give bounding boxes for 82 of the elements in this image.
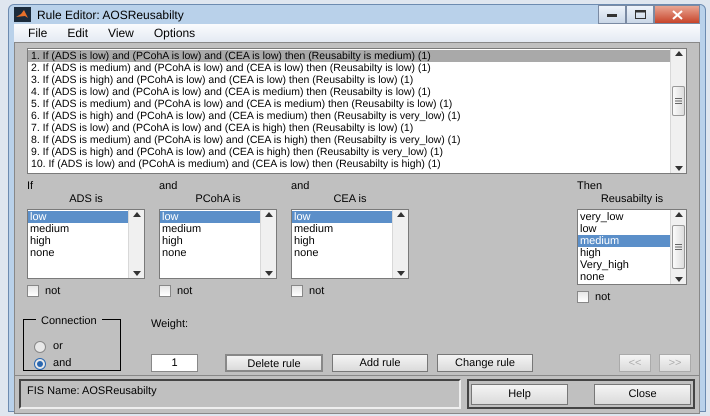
prefix-label: and: [159, 180, 178, 193]
maximize-button[interactable]: [626, 5, 654, 24]
prefix-label: If: [27, 180, 34, 193]
grip-icon: [675, 98, 682, 104]
option-list[interactable]: very_low low medium high Very_high none: [577, 209, 687, 285]
radio-label: or: [53, 339, 63, 354]
menu-item[interactable]: Options: [146, 24, 204, 42]
list-option[interactable]: none: [578, 271, 670, 283]
prefix-label: and: [291, 180, 310, 193]
checkbox-label: not: [595, 290, 610, 305]
list-option[interactable]: medium: [28, 223, 128, 235]
scroll-down-icon[interactable]: [674, 166, 682, 171]
window-title: Rule Editor: AOSReusabilty: [37, 6, 184, 24]
app-logo-icon: [14, 7, 31, 22]
menu-item[interactable]: File: [20, 24, 56, 42]
rule-item[interactable]: 3. If (ADS is high) and (PCohA is low) and (CEA is low) then (Reusabilty is low) (1): [28, 74, 670, 86]
list-option[interactable]: medium: [292, 223, 392, 235]
scroll-down-icon[interactable]: [264, 271, 272, 276]
close-button[interactable]: [654, 5, 700, 24]
list-option[interactable]: low: [578, 223, 670, 235]
dialog-button[interactable]: Close: [594, 384, 691, 404]
weight-label: Weight:: [151, 316, 190, 332]
prefix-label: Then: [577, 180, 604, 193]
rule-item[interactable]: 8. If (ADS is medium) and (PCohA is low) and (CEA is high) then (Reusabilty is very_low) (1): [28, 134, 670, 146]
scroll-up-icon[interactable]: [264, 212, 272, 217]
weight-field[interactable]: 1: [151, 354, 198, 372]
menu-item[interactable]: Edit: [59, 24, 96, 42]
list-option[interactable]: medium: [160, 223, 260, 235]
rule-item[interactable]: 6. If (ADS is high) and (PCohA is low) and (CEA is medium) then (Reusabilty is very_low) (1): [28, 110, 670, 122]
radio-label: and: [53, 356, 72, 372]
variable-label: Reusabilty is: [600, 193, 664, 206]
list-option[interactable]: none: [292, 247, 392, 259]
scroll-down-icon[interactable]: [132, 271, 140, 276]
radio-button[interactable]: [34, 340, 46, 352]
scroll-down-icon[interactable]: [674, 277, 682, 282]
list-option[interactable]: Very_high: [578, 259, 670, 271]
option-list[interactable]: low medium high none: [27, 209, 145, 279]
scroll-down-icon[interactable]: [396, 271, 404, 276]
minimize-icon[interactable]: [607, 12, 617, 16]
scroll-up-icon[interactable]: [674, 51, 682, 56]
list-option[interactable]: very_low: [578, 211, 670, 223]
rule-list[interactable]: [27, 48, 687, 174]
checkbox-label: not: [177, 284, 192, 299]
not-checkbox[interactable]: [27, 285, 39, 298]
maximize-icon[interactable]: [634, 10, 646, 19]
scroll-up-icon[interactable]: [674, 212, 682, 217]
dialog-button[interactable]: Help: [471, 384, 568, 404]
list-option[interactable]: high: [292, 235, 392, 247]
action-button[interactable]: Change rule: [437, 354, 533, 372]
scrollbar[interactable]: [670, 49, 686, 173]
not-checkbox[interactable]: [159, 285, 171, 298]
scroll-up-icon[interactable]: [132, 212, 140, 217]
checkbox-label: not: [309, 284, 324, 299]
variable-label: ADS is: [68, 193, 104, 206]
checkbox-label: not: [45, 284, 60, 299]
rule-item[interactable]: 10. If (ADS is low) and (PCohA is medium) and (CEA is low) then (Reusabilty is high) (1): [28, 158, 670, 170]
scroll-up-icon[interactable]: [396, 212, 404, 217]
status-text: FIS Name: AOSReusabilty: [19, 379, 461, 409]
rule-item[interactable]: 9. If (ADS is high) and (PCohA is low) and (CEA is high) then (Reusabilty is very_low) (1): [28, 146, 670, 158]
variable-label: CEA is: [332, 193, 368, 206]
option-list[interactable]: low medium high none: [291, 209, 409, 279]
action-button[interactable]: Add rule: [332, 354, 428, 372]
not-checkbox[interactable]: [577, 291, 589, 304]
variable-label: PCohA is: [194, 193, 242, 206]
list-option[interactable]: high: [28, 235, 128, 247]
grip-icon: [675, 244, 682, 250]
list-option[interactable]: none: [28, 247, 128, 259]
rule-item[interactable]: 5. If (ADS is medium) and (PCohA is low) and (CEA is medium) then (Reusabilty is low) (1): [28, 98, 670, 110]
minimize-button[interactable]: [598, 5, 626, 24]
action-button[interactable]: Delete rule: [225, 354, 323, 372]
not-checkbox[interactable]: [291, 285, 303, 298]
menu-item[interactable]: View: [100, 24, 142, 42]
list-option[interactable]: high: [578, 247, 670, 259]
radio-button[interactable]: [34, 358, 46, 370]
list-option[interactable]: none: [160, 247, 260, 259]
close-icon[interactable]: [672, 10, 682, 20]
list-option[interactable]: high: [160, 235, 260, 247]
rule-item[interactable]: 7. If (ADS is low) and (PCohA is low) and (CEA is high) then (Reusabilty is low) (1): [28, 122, 670, 134]
option-list[interactable]: low medium high none: [159, 209, 277, 279]
rule-item[interactable]: 1. If (ADS is low) and (PCohA is low) and (CEA is low) then (Reusabilty is medium) (1): [28, 50, 670, 62]
rule-item[interactable]: 2. If (ADS is medium) and (PCohA is low) and (CEA is low) then (Reusabilty is low) (1): [28, 62, 670, 74]
rule-item[interactable]: 4. If (ADS is low) and (PCohA is low) and (CEA is medium) then (Reusabilty is low) (1): [28, 86, 670, 98]
